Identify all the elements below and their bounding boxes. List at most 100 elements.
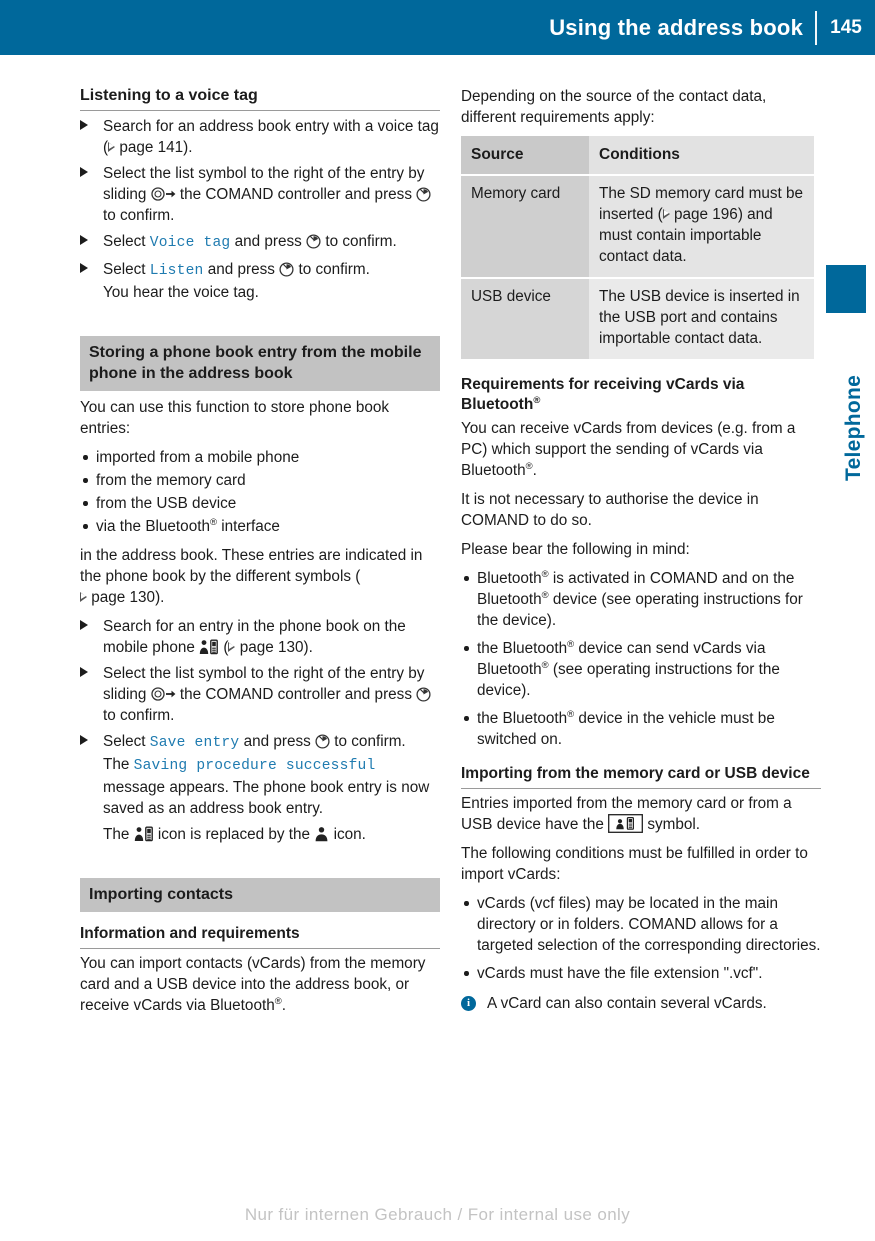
page-ref-arrow-icon: [108, 142, 116, 152]
page-header-content: Using the address book 145: [549, 0, 875, 55]
page-reference: page 196: [662, 206, 738, 223]
step-sub-text: You hear the voice tag.: [103, 284, 259, 301]
storing-after-bullets-text: in the address book. These entries are i…: [80, 545, 440, 608]
comand-term: Listen: [149, 263, 204, 279]
person-icon: [314, 826, 329, 842]
comand-slide-right-icon: [150, 186, 176, 201]
list-item: vCards (vcf files) may be located in the…: [461, 893, 821, 956]
page-ref-arrow-icon: [80, 592, 87, 602]
step-text-part: to confirm.: [103, 207, 175, 224]
step-item: Search for an address book entry with a …: [80, 116, 440, 158]
list-item: the Bluetooth® device can send vCards vi…: [461, 638, 821, 701]
page-ref-arrow-icon: [228, 642, 236, 652]
page-reference: page 130: [80, 589, 155, 606]
page-number: 145: [830, 16, 862, 38]
step-item: Select the list symbol to the right of t…: [80, 663, 440, 726]
step-triangle-icon: [80, 620, 88, 630]
comand-press-icon: [416, 687, 431, 702]
step-text-part: the COMAND controller and press: [175, 686, 417, 703]
list-item: via the Bluetooth® interface: [80, 516, 440, 537]
list-item-label: from the memory card: [96, 472, 246, 489]
column-header-source: Source: [461, 136, 589, 176]
step-triangle-icon: [80, 167, 88, 177]
source-conditions-table: Source Conditions Memory card The SD mem…: [461, 136, 814, 361]
comand-press-icon: [315, 734, 330, 749]
column-header-conditions: Conditions: [589, 136, 814, 176]
page-ref-arrow-icon: [662, 209, 670, 219]
step-text-part: Select: [103, 261, 150, 278]
text-part: The: [103, 756, 134, 773]
comand-press-icon: [306, 234, 321, 249]
step-triangle-icon: [80, 120, 88, 130]
person-phone-icon: [134, 826, 154, 842]
step-text-part: to confirm.: [321, 233, 397, 250]
table-row: USB device The USB device is inserted in…: [461, 278, 814, 361]
list-item-label: imported from a mobile phone: [96, 449, 300, 466]
list-item-label: the Bluetooth® device in the vehicle mus…: [477, 708, 775, 748]
heading-line-1: Requirements for receiving vCards via: [461, 376, 745, 393]
step-text-part: to confirm.: [294, 261, 370, 278]
table-row: Memory card The SD memory card must be i…: [461, 175, 814, 279]
chapter-tab-marker: [826, 265, 866, 313]
list-item: from the memory card: [80, 470, 440, 491]
bullet-dot-icon: [464, 971, 469, 976]
step-text-part: Select: [103, 233, 150, 250]
steps-listening-voice-tag: Search for an address book entry with a …: [80, 116, 440, 303]
text-part: message appears. The phone book entry is…: [103, 779, 430, 817]
comand-term: Voice tag: [149, 235, 231, 251]
registered-mark: ®: [541, 568, 549, 580]
cell-source: USB device: [461, 278, 589, 361]
comand-message-term: Saving procedure successful: [133, 758, 376, 774]
bullet-dot-icon: [83, 455, 88, 460]
subsection-heading-importing-memory-usb: Importing from the memory card or USB de…: [461, 764, 821, 789]
info-note-text: A vCard can also contain several vCards.: [487, 995, 767, 1012]
list-item-label: the Bluetooth® device can send vCards vi…: [477, 638, 780, 699]
step-triangle-icon: [80, 667, 88, 677]
bullet-dot-icon: [83, 478, 88, 483]
step-text-part: to confirm.: [330, 733, 406, 750]
bluetooth-para-2: It is not necessary to authorise the dev…: [461, 491, 759, 529]
registered-mark: ®: [541, 589, 549, 601]
text-part: icon is replaced by the: [153, 826, 315, 843]
comand-slide-right-icon: [150, 686, 176, 701]
list-item-label: Bluetooth® is activated in COMAND and on…: [477, 568, 803, 629]
step-item: Select Save entry and press to confirm. …: [80, 731, 440, 845]
bullet-dot-icon: [464, 576, 469, 581]
list-item-label: via the Bluetooth® interface: [96, 516, 280, 535]
section-heading-listening: Listening to a voice tag: [80, 86, 440, 111]
list-item-label: vCards (vcf files) may be located in the…: [477, 895, 821, 954]
page-ref-label: page 130: [239, 639, 304, 656]
registered-mark: ®: [541, 659, 549, 671]
subsection-heading-info-requirements: Information and requirements: [80, 924, 440, 949]
list-item: imported from a mobile phone: [80, 447, 440, 468]
footer-watermark: Nur für internen Gebrauch / For internal…: [244, 1205, 631, 1224]
steps-storing-phone-book-entry: Search for an entry in the phone book on…: [80, 616, 440, 845]
text-part: ).: [155, 589, 165, 606]
bluetooth-para-1: You can receive vCards from devices (e.g…: [461, 420, 796, 479]
page-title: Using the address book: [549, 14, 803, 40]
page-ref-label: page 141: [119, 139, 184, 156]
registered-mark: ®: [209, 516, 217, 528]
step-text-part: to confirm.: [103, 707, 175, 724]
info-icon: i: [461, 995, 476, 1011]
person-phone-icon: [199, 639, 219, 655]
page-reference: page 141: [108, 139, 183, 156]
list-item: from the USB device: [80, 493, 440, 514]
text-part: The: [103, 826, 134, 843]
cell-conditions: The SD memory card must be inserted ( pa…: [589, 175, 814, 279]
step-text-part: and press: [239, 733, 316, 750]
info-note: i A vCard can also contain several vCard…: [461, 993, 821, 1014]
table-header-row: Source Conditions: [461, 136, 814, 176]
source-intro-text: Depending on the source of the contact d…: [461, 88, 767, 126]
list-item-label: from the USB device: [96, 495, 237, 512]
step-triangle-icon: [80, 235, 88, 245]
card-contact-icon: [608, 814, 644, 833]
bullet-dot-icon: [464, 901, 469, 906]
bluetooth-requirement-bullets: Bluetooth® is activated in COMAND and on…: [461, 568, 821, 750]
step-result-message: The Saving procedure successful message …: [103, 754, 440, 819]
registered-mark: ®: [525, 460, 533, 472]
page-header: Using the address book 145: [0, 0, 875, 55]
header-divider: [815, 10, 817, 45]
